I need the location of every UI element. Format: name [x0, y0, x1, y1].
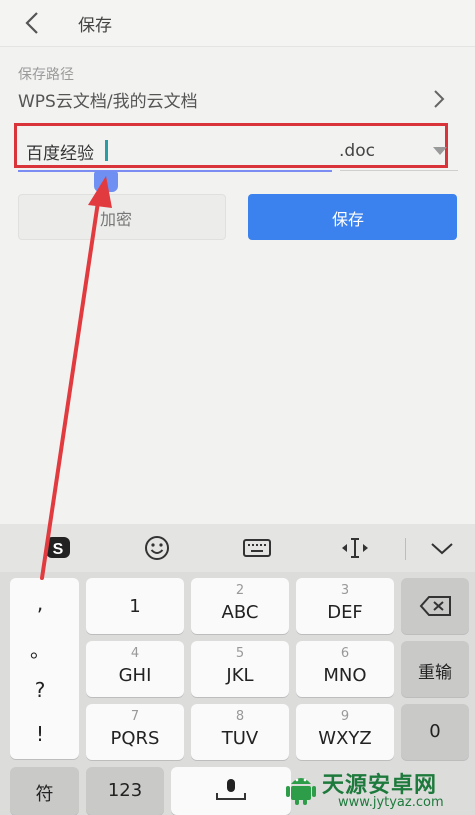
backspace-icon — [419, 596, 451, 616]
key-6[interactable]: 6 MNO — [296, 641, 394, 697]
key-4[interactable]: 4 GHI — [86, 641, 184, 697]
key-9[interactable]: 9 WXYZ — [296, 704, 394, 760]
toolbar-divider — [405, 538, 406, 560]
punct-exclaim[interactable]: ! — [0, 722, 80, 746]
save-path-value[interactable]: WPS云文档/我的云文档 — [18, 87, 198, 112]
chevron-left-icon[interactable] — [18, 8, 48, 38]
android-logo-icon — [286, 778, 316, 805]
save-button-label: 保存 — [332, 210, 365, 229]
select-underline — [340, 170, 458, 171]
input-underline — [18, 170, 332, 172]
reenter-key[interactable]: 重输 — [401, 641, 469, 697]
keyboard-icon[interactable] — [242, 534, 272, 562]
key-1[interactable]: 1 — [86, 578, 184, 634]
chevron-right-icon[interactable] — [428, 88, 450, 110]
top-bar — [0, 0, 475, 47]
key-7[interactable]: 7 PQRS — [86, 704, 184, 760]
watermark-url: www.jytyaz.com — [338, 795, 444, 810]
space-key[interactable] — [171, 767, 291, 815]
key-8[interactable]: 8 TUV — [191, 704, 289, 760]
extension-select[interactable]: .doc — [339, 141, 375, 161]
punct-question[interactable]: ? — [0, 678, 80, 702]
triangle-down-icon[interactable] — [433, 147, 447, 155]
encrypt-button-label: 加密 — [100, 210, 133, 229]
key-5[interactable]: 5 JKL — [191, 641, 289, 697]
page-title: 保存 — [78, 16, 112, 36]
save-path-label: 保存路径 — [18, 67, 74, 83]
svg-text:S: S — [53, 541, 64, 558]
collapse-icon[interactable] — [427, 534, 457, 562]
backspace-key[interactable] — [401, 578, 469, 634]
punct-comma[interactable]: , — [0, 591, 80, 615]
zero-key[interactable]: 0 — [401, 704, 469, 760]
cursor-handle[interactable] — [94, 171, 118, 192]
emoji-icon[interactable] — [142, 534, 172, 562]
key-3[interactable]: 3 DEF — [296, 578, 394, 634]
punct-period[interactable]: 。 — [0, 634, 80, 663]
sogou-logo-icon[interactable]: S — [43, 534, 73, 562]
key-2[interactable]: 2 ABC — [191, 578, 289, 634]
cursor-icon[interactable] — [340, 534, 370, 562]
numbers-key[interactable]: 123 — [86, 767, 164, 815]
symbols-key[interactable]: 符 — [10, 767, 79, 815]
microphone-icon — [216, 779, 246, 800]
filename-input[interactable]: 百度经验 — [26, 139, 94, 164]
text-caret — [105, 140, 108, 161]
